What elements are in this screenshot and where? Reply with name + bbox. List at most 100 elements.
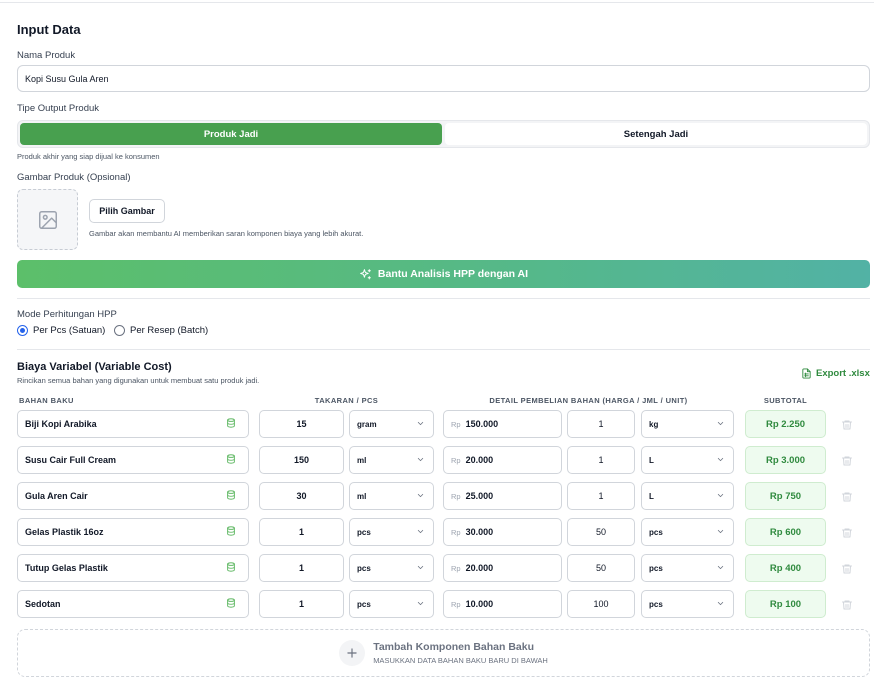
purchase-price-input[interactable]: Rp 10.000 (443, 590, 562, 618)
currency-prefix: Rp (451, 491, 461, 501)
ingredient-name: Gelas Plastik 16oz (25, 527, 104, 537)
quantity-input[interactable]: 30 (259, 482, 344, 510)
table-row: Biji Kopi Arabika 15 gram Rp 150.000 1 kg Rp 2.… (0, 410, 874, 446)
purchase-amount-input[interactable]: 1 (567, 482, 635, 510)
variable-cost-title: Biaya Variabel (Variable Cost) (17, 361, 172, 373)
purchase-price-input[interactable]: Rp 30.000 (443, 518, 562, 546)
image-dropzone[interactable] (17, 189, 78, 250)
ingredient-name: Gula Aren Cair (25, 491, 88, 501)
product-name-label: Nama Produk (17, 50, 76, 61)
trash-icon[interactable] (841, 562, 853, 574)
table-row: Susu Cair Full Cream 150 ml Rp 20.000 1 L Rp 3.… (0, 446, 874, 482)
radio-per-resep[interactable]: Per Resep (Batch) (114, 325, 208, 336)
add-ingredient-title: Tambah Komponen Bahan Baku (373, 641, 535, 653)
ingredient-name-input[interactable]: Biji Kopi Arabika (17, 410, 249, 438)
header-detail-pembelian: DETAIL PEMBELIAN BAHAN (HARGA / JML / UN… (489, 396, 688, 405)
sparkles-icon (360, 268, 371, 279)
subtotal-value: Rp 600 (745, 518, 826, 546)
purchase-price-input[interactable]: Rp 20.000 (443, 446, 562, 474)
purchase-amount-input[interactable]: 100 (567, 590, 635, 618)
quantity-unit-value: pcs (357, 563, 371, 573)
ingredient-name-input[interactable]: Gula Aren Cair (17, 482, 249, 510)
chevron-down-icon (416, 455, 425, 466)
purchase-unit-value: pcs (649, 563, 663, 573)
quantity-unit-select[interactable]: pcs (349, 554, 434, 582)
trash-icon[interactable] (841, 454, 853, 466)
chevron-down-icon (716, 527, 725, 538)
plus-icon (339, 640, 366, 666)
ai-analysis-button[interactable]: Bantu Analisis HPP dengan AI (17, 260, 870, 288)
option-produk-jadi[interactable]: Produk Jadi (20, 123, 442, 145)
quantity-unit-select[interactable]: pcs (349, 590, 434, 618)
purchase-amount-input[interactable]: 50 (567, 554, 635, 582)
ai-analysis-label: Bantu Analisis HPP dengan AI (377, 268, 529, 280)
purchase-amount-input[interactable]: 50 (567, 518, 635, 546)
image-label: Gambar Produk (Opsional) (17, 172, 131, 183)
subtotal-value: Rp 100 (745, 590, 826, 618)
trash-icon[interactable] (841, 598, 853, 610)
product-name-input[interactable]: Kopi Susu Gula Aren (17, 65, 870, 92)
chevron-down-icon (716, 599, 725, 610)
database-icon[interactable] (226, 562, 236, 574)
purchase-unit-select[interactable]: pcs (641, 518, 734, 546)
quantity-input[interactable]: 1 (259, 518, 344, 546)
quantity-unit-select[interactable]: ml (349, 482, 434, 510)
purchase-unit-select[interactable]: pcs (641, 554, 734, 582)
radio-per-pcs-label: Per Pcs (Satuan) (33, 325, 106, 336)
purchase-unit-select[interactable]: L (641, 482, 734, 510)
currency-prefix: Rp (451, 599, 461, 609)
purchase-unit-select[interactable]: L (641, 446, 734, 474)
radio-per-pcs[interactable]: Per Pcs (Satuan) (17, 325, 105, 336)
purchase-price-input[interactable]: Rp 150.000 (443, 410, 562, 438)
ingredient-name-input[interactable]: Gelas Plastik 16oz (17, 518, 249, 546)
database-icon[interactable] (226, 526, 236, 538)
ingredient-name: Susu Cair Full Cream (25, 455, 117, 465)
quantity-unit-select[interactable]: pcs (349, 518, 434, 546)
currency-prefix: Rp (451, 455, 461, 465)
choose-image-button[interactable]: Pilih Gambar (89, 199, 165, 223)
file-spreadsheet-icon (802, 368, 811, 379)
mode-label: Mode Perhitungan HPP (17, 309, 117, 320)
purchase-unit-select[interactable]: kg (641, 410, 734, 438)
image-placeholder-icon (38, 210, 57, 229)
database-icon[interactable] (226, 418, 236, 430)
purchase-amount-input[interactable]: 1 (567, 410, 635, 438)
subtotal-value: Rp 750 (745, 482, 826, 510)
quantity-input[interactable]: 15 (259, 410, 344, 438)
purchase-price-input[interactable]: Rp 20.000 (443, 554, 562, 582)
quantity-unit-select[interactable]: ml (349, 446, 434, 474)
chevron-down-icon (716, 455, 725, 466)
purchase-unit-value: pcs (649, 599, 663, 609)
ingredient-name-input[interactable]: Sedotan (17, 590, 249, 618)
quantity-input[interactable]: 150 (259, 446, 344, 474)
subtotal-value: Rp 2.250 (745, 410, 826, 438)
chevron-down-icon (716, 419, 725, 430)
add-ingredient-text: Tambah Komponen Bahan Baku MASUKKAN DATA… (373, 641, 548, 665)
ingredient-name-input[interactable]: Tutup Gelas Plastik (17, 554, 249, 582)
add-ingredient-button[interactable]: Tambah Komponen Bahan Baku MASUKKAN DATA… (17, 629, 870, 677)
quantity-unit-value: gram (357, 419, 377, 429)
purchase-unit-select[interactable]: pcs (641, 590, 734, 618)
purchase-price-value: 150.000 (465, 419, 499, 429)
trash-icon[interactable] (841, 418, 853, 430)
trash-icon[interactable] (841, 490, 853, 502)
currency-prefix: Rp (451, 419, 461, 429)
quantity-unit-value: ml (357, 491, 367, 501)
table-row: Sedotan 1 pcs Rp 10.000 100 pcs Rp 100 (0, 590, 874, 626)
quantity-input[interactable]: 1 (259, 590, 344, 618)
quantity-unit-select[interactable]: gram (349, 410, 434, 438)
divider (17, 349, 870, 350)
export-xlsx-button[interactable]: Export .xlsx (801, 368, 870, 379)
purchase-amount-input[interactable]: 1 (567, 446, 635, 474)
purchase-price-input[interactable]: Rp 25.000 (443, 482, 562, 510)
database-icon[interactable] (226, 598, 236, 610)
image-helper: Gambar akan membantu AI memberikan saran… (89, 229, 364, 238)
ingredient-name-input[interactable]: Susu Cair Full Cream (17, 446, 249, 474)
table-row: Gula Aren Cair 30 ml Rp 25.000 1 L Rp 750 (0, 482, 874, 518)
database-icon[interactable] (226, 454, 236, 466)
chevron-down-icon (416, 527, 425, 538)
database-icon[interactable] (226, 490, 236, 502)
option-setengah-jadi[interactable]: Setengah Jadi (445, 123, 867, 145)
quantity-input[interactable]: 1 (259, 554, 344, 582)
trash-icon[interactable] (841, 526, 853, 538)
